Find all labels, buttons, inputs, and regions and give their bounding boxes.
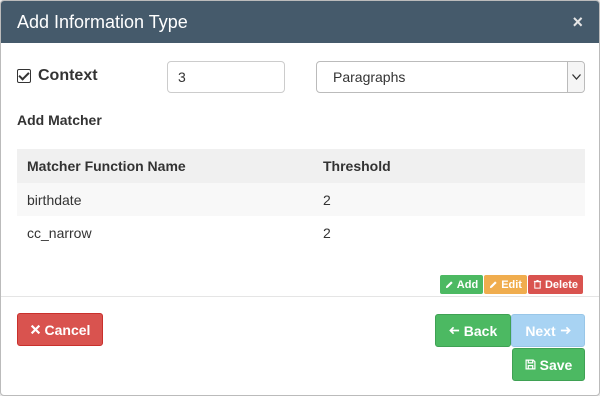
checkbox-icon[interactable] <box>17 69 31 83</box>
context-row: Context Paragraphs <box>17 61 585 95</box>
edit-matcher-button[interactable]: Edit <box>484 275 527 294</box>
add-information-type-modal: Add Information Type × Context Paragraph… <box>0 0 600 396</box>
modal-title: Add Information Type <box>17 11 188 32</box>
context-unit-value: Paragraphs <box>333 69 406 85</box>
trash-icon <box>533 280 542 289</box>
matcher-name-cell: cc_narrow <box>27 224 92 241</box>
table-row[interactable]: birthdate 2 <box>17 183 585 216</box>
cancel-label: Cancel <box>44 321 91 338</box>
cancel-button[interactable]: Cancel <box>17 313 103 346</box>
back-label: Back <box>463 322 498 339</box>
modal-body: Context Paragraphs Add Matcher Matcher F… <box>1 43 599 296</box>
table-header-row: Matcher Function Name Threshold <box>17 149 585 183</box>
add-matcher-heading: Add Matcher <box>17 112 102 128</box>
table-row[interactable]: cc_narrow 2 <box>17 216 585 249</box>
add-matcher-label: Add <box>456 278 479 291</box>
pencil-icon <box>490 281 497 289</box>
modal-header: Add Information Type × <box>1 1 599 43</box>
matcher-table-actions: Add Edit Delete <box>439 275 583 294</box>
context-unit-select[interactable]: Paragraphs <box>316 61 585 93</box>
save-button[interactable]: Save <box>512 348 585 381</box>
context-number-input[interactable] <box>167 61 285 93</box>
context-label: Context <box>38 67 98 84</box>
footer-divider <box>1 296 599 297</box>
close-button[interactable]: × <box>572 12 583 33</box>
times-icon <box>30 324 40 335</box>
add-matcher-button[interactable]: Add <box>439 275 484 294</box>
threshold-cell: 2 <box>323 224 331 241</box>
next-label: Next <box>525 322 556 339</box>
back-button[interactable]: Back <box>435 314 511 347</box>
save-label: Save <box>539 356 573 373</box>
edit-matcher-label: Edit <box>501 278 522 291</box>
chevron-down-icon[interactable] <box>567 62 584 92</box>
column-header-matcher-function-name: Matcher Function Name <box>17 149 305 183</box>
arrow-right-icon <box>560 326 571 335</box>
matcher-name-cell: birthdate <box>17 183 305 216</box>
matcher-table: Matcher Function Name Threshold birthdat… <box>17 149 585 249</box>
column-header-threshold: Threshold <box>305 149 585 183</box>
delete-matcher-button[interactable]: Delete <box>527 275 583 294</box>
arrow-left-icon <box>448 326 459 335</box>
save-icon <box>525 359 536 370</box>
delete-matcher-label: Delete <box>544 278 578 291</box>
pencil-icon <box>445 281 453 289</box>
threshold-cell: 2 <box>305 183 585 216</box>
context-checkbox-label[interactable]: Context <box>17 67 98 85</box>
next-button[interactable]: Next <box>511 314 585 347</box>
